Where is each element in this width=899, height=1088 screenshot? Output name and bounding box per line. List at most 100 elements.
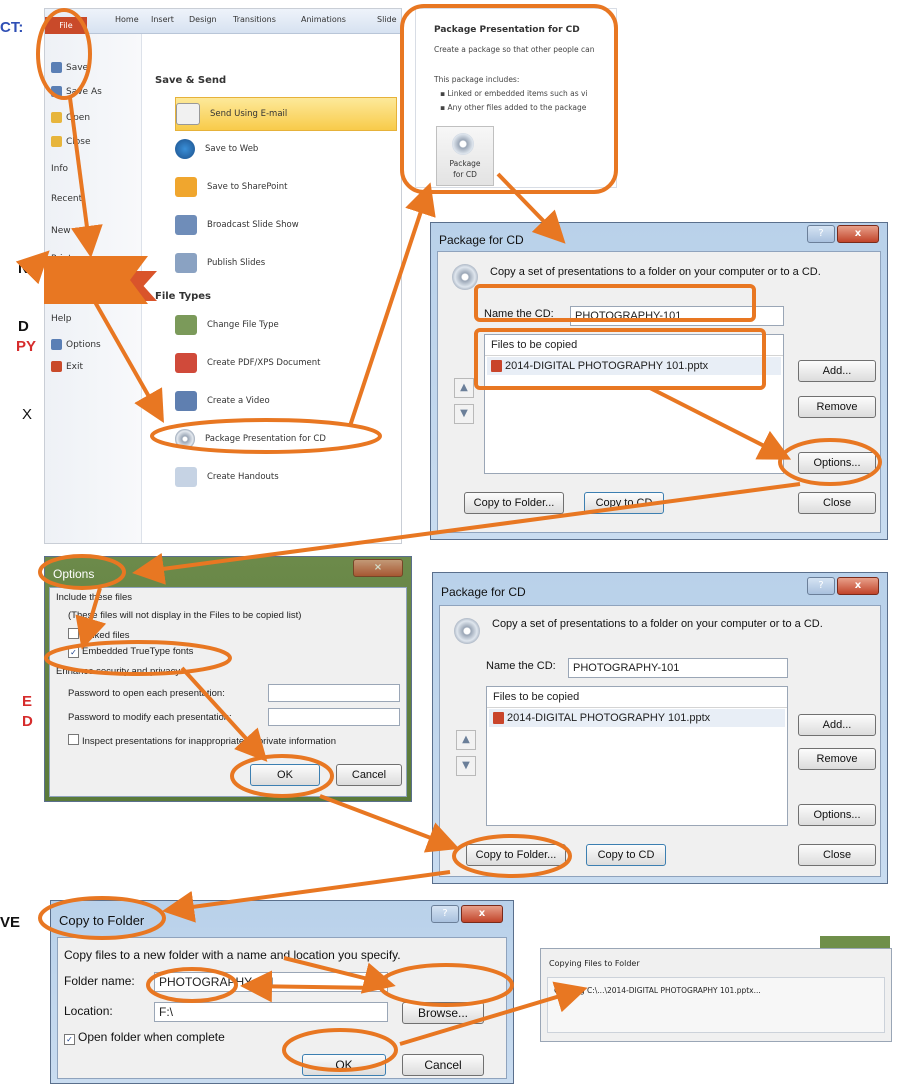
nav-recent[interactable]: Recent [51,194,82,204]
files-list-header: Files to be copied [487,687,787,708]
name-cd-input[interactable]: PHOTOGRAPHY-101 [568,658,788,678]
ok-button[interactable]: OK [302,1054,386,1076]
files-list[interactable]: Files to be copied 2014-DIGITAL PHOTOGRA… [486,686,788,826]
password-open-input[interactable] [268,684,400,702]
nav-info[interactable]: Info [51,164,68,174]
move-up-button[interactable]: ▲ [454,378,474,398]
left-fragment: X [22,406,33,423]
options-button[interactable]: Options... [798,804,876,826]
remove-button[interactable]: Remove [798,748,876,770]
send-email-option[interactable]: Send Using E-mail [175,97,397,131]
nav-new[interactable]: New [51,226,71,236]
panel-title: Package Presentation for CD [434,25,580,35]
location-input[interactable]: F:\ [154,1002,388,1022]
nav-options[interactable]: Options [51,339,101,350]
tab-slide[interactable]: Slide [377,15,397,24]
remove-button[interactable]: Remove [798,396,876,418]
left-fragment: VE [0,914,21,931]
tab-insert[interactable]: Insert [151,15,174,24]
create-handouts-option[interactable]: Create Handouts [175,463,397,491]
name-cd-input[interactable]: PHOTOGRAPHY-101 [570,306,784,326]
broadcast-option[interactable]: Broadcast Slide Show [175,211,397,239]
close-button[interactable]: x [837,577,879,595]
include-files-label: Include these files [56,592,133,603]
move-up-button[interactable]: ▲ [456,730,476,750]
copy-to-folder-button[interactable]: Copy to Folder... [464,492,564,514]
publish-slides-option[interactable]: Publish Slides [175,249,397,277]
ribbon-tabs: Home Insert Design Transitions Animation… [45,9,401,34]
folder-name-input[interactable]: PHOTOGRAPHY-101 [154,972,388,992]
exit-icon [51,361,62,372]
open-folder-checkbox[interactable]: ✓ Open folder when complete [64,1030,225,1045]
left-fragment: E [22,693,33,710]
list-item[interactable]: 2014-DIGITAL PHOTOGRAPHY 101.pptx [489,709,785,727]
password-modify-input[interactable] [268,708,400,726]
video-icon [175,391,197,411]
options-button[interactable]: Options... [798,452,876,474]
close-button[interactable]: x [461,905,503,923]
checkbox[interactable] [68,628,79,639]
create-video-option[interactable]: Create a Video [175,387,397,415]
embedded-fonts-checkbox[interactable]: ✓ Embedded TrueType fonts [68,646,193,658]
close-button[interactable]: × [353,559,403,577]
dialog-body: Include these files (These files will no… [49,587,407,797]
package-for-cd-button[interactable]: Package for CD [436,126,494,186]
checkbox[interactable]: ✓ [68,647,79,658]
help-button[interactable]: ? [431,905,459,923]
save-as-icon [51,86,62,97]
copy-to-folder-button[interactable]: Copy to Folder... [466,844,566,866]
publish-icon [175,253,197,273]
dialog-description: Copy a set of presentations to a folder … [490,266,821,278]
tab-design[interactable]: Design [189,15,217,24]
tab-home[interactable]: Home [115,15,139,24]
move-down-button[interactable]: ▼ [454,404,474,424]
cancel-button[interactable]: Cancel [402,1054,484,1076]
dialog-title: Package for CD [439,233,524,247]
change-file-type-option[interactable]: Change File Type [175,311,397,339]
save-icon [51,62,62,73]
nav-save[interactable]: Save [51,62,88,73]
list-item[interactable]: 2014-DIGITAL PHOTOGRAPHY 101.pptx [487,357,781,375]
package-cd-option[interactable]: Package Presentation for CD [175,425,397,453]
save-web-option[interactable]: Save to Web [175,135,397,163]
close-dialog-button[interactable]: Close [798,492,876,514]
help-button[interactable]: ? [807,225,835,243]
nav-exit[interactable]: Exit [51,361,83,372]
nav-print[interactable]: Print [51,254,72,264]
checkbox[interactable]: ✓ [64,1034,75,1045]
save-sharepoint-option[interactable]: Save to SharePoint [175,173,397,201]
close-button[interactable]: x [837,225,879,243]
files-list[interactable]: Files to be copied 2014-DIGITAL PHOTOGRA… [484,334,784,474]
window-controls: ? x [807,577,879,595]
add-button[interactable]: Add... [798,360,876,382]
linked-files-checkbox[interactable]: Linked files [68,628,130,641]
save-send-header: Save & Send [155,75,227,86]
help-button[interactable]: ? [807,577,835,595]
nav-open[interactable]: Open [51,112,90,123]
create-pdf-option[interactable]: Create PDF/XPS Document [175,349,397,377]
copy-to-cd-button[interactable]: Copy to CD [586,844,666,866]
tab-animations[interactable]: Animations [301,15,346,24]
cancel-button[interactable]: Cancel [336,764,402,786]
ok-button[interactable]: OK [250,764,320,786]
dialog-body: Copy files to a new folder with a name a… [57,937,507,1079]
add-button[interactable]: Add... [798,714,876,736]
nav-close[interactable]: Close [51,136,91,147]
left-fragment: PY [16,338,37,355]
close-dialog-button[interactable]: Close [798,844,876,866]
copy-to-cd-button[interactable]: Copy to CD [584,492,664,514]
window-controls: × [353,559,403,577]
move-down-button[interactable]: ▼ [456,756,476,776]
folder-name-label: Folder name: [64,974,135,988]
window-controls: ? x [807,225,879,243]
inspect-checkbox[interactable]: Inspect presentations for inappropriate … [68,734,336,747]
nav-help[interactable]: Help [51,314,72,324]
nav-save-as[interactable]: Save As [51,86,102,97]
browse-button[interactable]: Browse... [402,1002,484,1024]
checkbox[interactable] [68,734,79,745]
dialog-body: Copy a set of presentations to a folder … [439,605,881,877]
nav-save-send[interactable]: Save & Send [45,271,157,301]
file-tab[interactable]: File [45,17,87,34]
email-icon [176,103,200,125]
tab-transitions[interactable]: Transitions [233,15,276,24]
